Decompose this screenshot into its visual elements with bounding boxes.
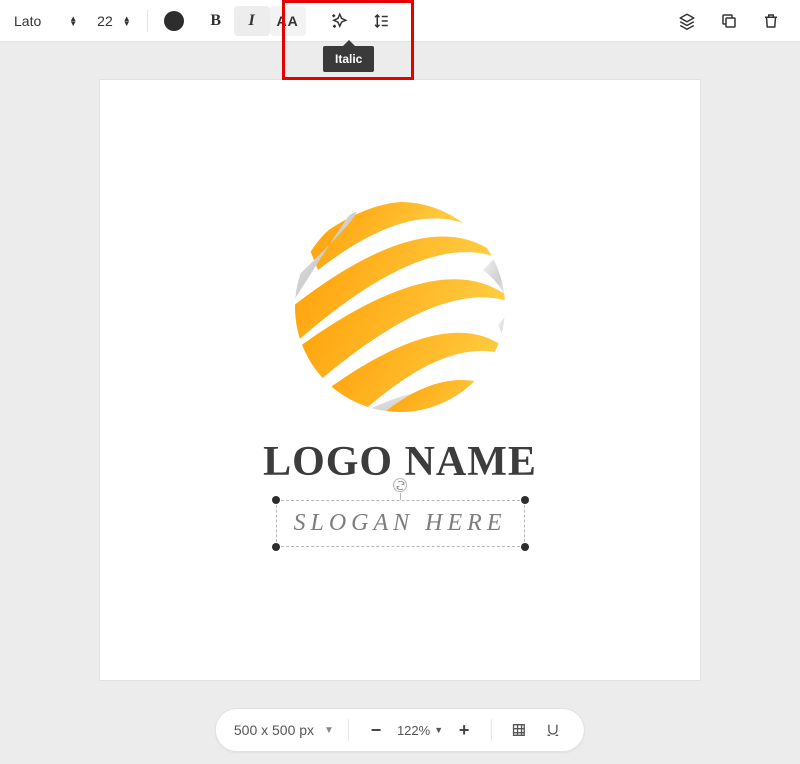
canvas-stage[interactable]: LOGO NAME SLOGAN HERE 500 x 500 px ▼ − 1… bbox=[0, 42, 800, 764]
zoom-out-button[interactable]: − bbox=[363, 717, 389, 743]
top-toolbar: Lato ▲▼ 22 ▲▼ B I AA bbox=[0, 0, 800, 42]
divider bbox=[491, 719, 492, 741]
rotate-handle[interactable] bbox=[393, 478, 407, 492]
stepper-icon: ▲▼ bbox=[69, 16, 77, 26]
chevron-down-icon: ▼ bbox=[324, 725, 334, 736]
line-spacing-button[interactable] bbox=[366, 6, 396, 36]
divider bbox=[348, 719, 349, 741]
font-family-select[interactable]: Lato ▲▼ bbox=[14, 13, 77, 29]
stepper-icon: ▲▼ bbox=[123, 16, 131, 26]
chevron-down-icon: ▼ bbox=[434, 725, 443, 735]
bold-button[interactable]: B bbox=[198, 6, 234, 36]
duplicate-button[interactable] bbox=[714, 6, 744, 36]
font-size-stepper[interactable]: 22 ▲▼ bbox=[97, 13, 131, 29]
slogan-selection[interactable]: SLOGAN HERE bbox=[276, 500, 525, 547]
font-name-value: Lato bbox=[14, 13, 41, 29]
uppercase-button[interactable]: AA bbox=[270, 6, 306, 36]
layers-button[interactable] bbox=[672, 6, 702, 36]
zoom-in-button[interactable]: + bbox=[451, 717, 477, 743]
logo-mark[interactable] bbox=[293, 200, 508, 420]
resize-handle-top-left[interactable] bbox=[272, 496, 280, 504]
zoom-value: 122% bbox=[397, 723, 430, 738]
font-size-value: 22 bbox=[97, 13, 113, 29]
selection-bounding-box bbox=[276, 500, 525, 547]
resize-handle-bottom-right[interactable] bbox=[521, 543, 529, 551]
snap-toggle-button[interactable] bbox=[540, 717, 566, 743]
artboard[interactable]: LOGO NAME SLOGAN HERE bbox=[100, 80, 700, 680]
text-color-swatch[interactable] bbox=[164, 11, 184, 31]
canvas-size-value: 500 x 500 px bbox=[234, 722, 314, 738]
canvas-size-select[interactable]: 500 x 500 px ▼ bbox=[234, 722, 334, 738]
effects-button[interactable] bbox=[324, 6, 354, 36]
italic-button[interactable]: I bbox=[234, 6, 270, 36]
delete-button[interactable] bbox=[756, 6, 786, 36]
resize-handle-top-right[interactable] bbox=[521, 496, 529, 504]
zoom-level-select[interactable]: 122% ▼ bbox=[397, 723, 443, 738]
divider bbox=[147, 10, 148, 32]
grid-toggle-button[interactable] bbox=[506, 717, 532, 743]
italic-tooltip: Italic bbox=[323, 46, 374, 72]
resize-handle-bottom-left[interactable] bbox=[272, 543, 280, 551]
format-group: B I AA bbox=[198, 6, 306, 36]
bottom-bar: 500 x 500 px ▼ − 122% ▼ + bbox=[215, 708, 585, 752]
